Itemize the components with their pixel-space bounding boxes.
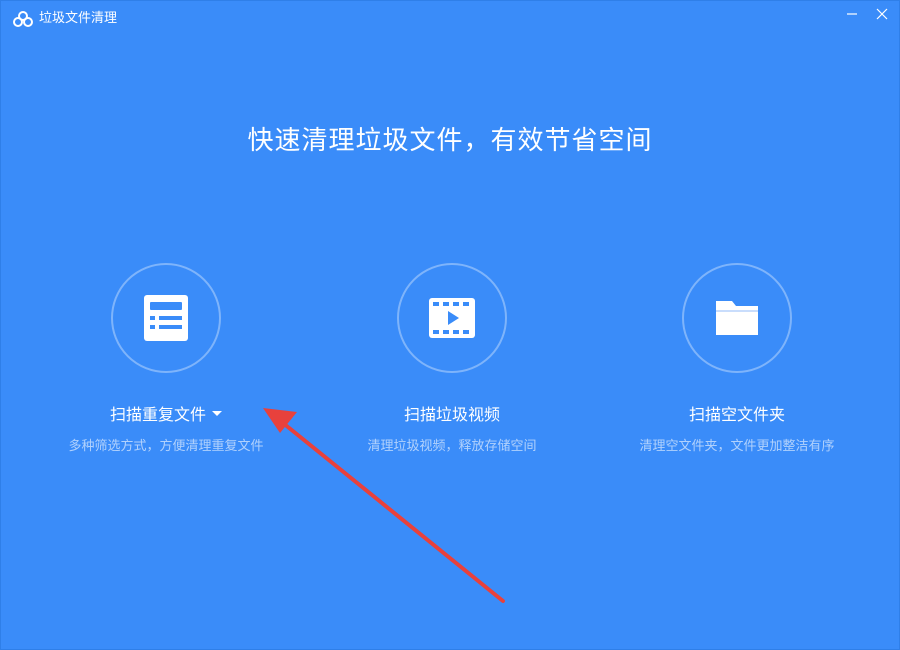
scan-duplicate-files-button[interactable]: [111, 263, 221, 373]
minimize-button[interactable]: [837, 3, 867, 25]
close-icon: [876, 8, 888, 20]
scan-junk-videos-description: 清理垃圾视频，释放存储空间: [367, 439, 537, 454]
film-play-icon: [429, 298, 475, 338]
scan-duplicate-files-label: 扫描重复文件: [109, 405, 206, 424]
baidu-netdisk-logo-icon: [13, 11, 33, 27]
document-list-icon: [144, 295, 188, 341]
feature-scan-empty-folders: 扫描空文件夹 清理空文件夹，文件更加整洁有序: [597, 263, 877, 473]
page-headline: 快速清理垃圾文件，有效节省空间: [247, 126, 653, 156]
window-title: 垃圾文件清理: [39, 11, 118, 26]
scan-empty-folders-description: 清理空文件夹，文件更加整洁有序: [639, 439, 835, 454]
app-window: 垃圾文件清理 快速清理垃圾文件，有效节省空间 扫描重复文件 多种筛选方式，方便清…: [0, 0, 900, 650]
feature-scan-junk-videos: 扫描垃圾视频 清理垃圾视频，释放存储空间: [312, 263, 592, 473]
scan-duplicate-files-title[interactable]: 扫描重复文件: [26, 403, 306, 427]
scan-junk-videos-button[interactable]: [397, 263, 507, 373]
scan-empty-folders-button[interactable]: [682, 263, 792, 373]
minimize-icon: [847, 13, 857, 15]
scan-empty-folders-title[interactable]: 扫描空文件夹: [597, 403, 877, 427]
title-bar[interactable]: 垃圾文件清理: [1, 1, 899, 37]
feature-scan-duplicate-files: 扫描重复文件 多种筛选方式，方便清理重复文件: [26, 263, 306, 473]
close-button[interactable]: [867, 3, 897, 25]
scan-duplicate-files-description: 多种筛选方式，方便清理重复文件: [68, 439, 264, 454]
chevron-down-icon[interactable]: [212, 411, 222, 416]
scan-junk-videos-title[interactable]: 扫描垃圾视频: [312, 403, 592, 427]
folder-icon: [716, 301, 758, 335]
